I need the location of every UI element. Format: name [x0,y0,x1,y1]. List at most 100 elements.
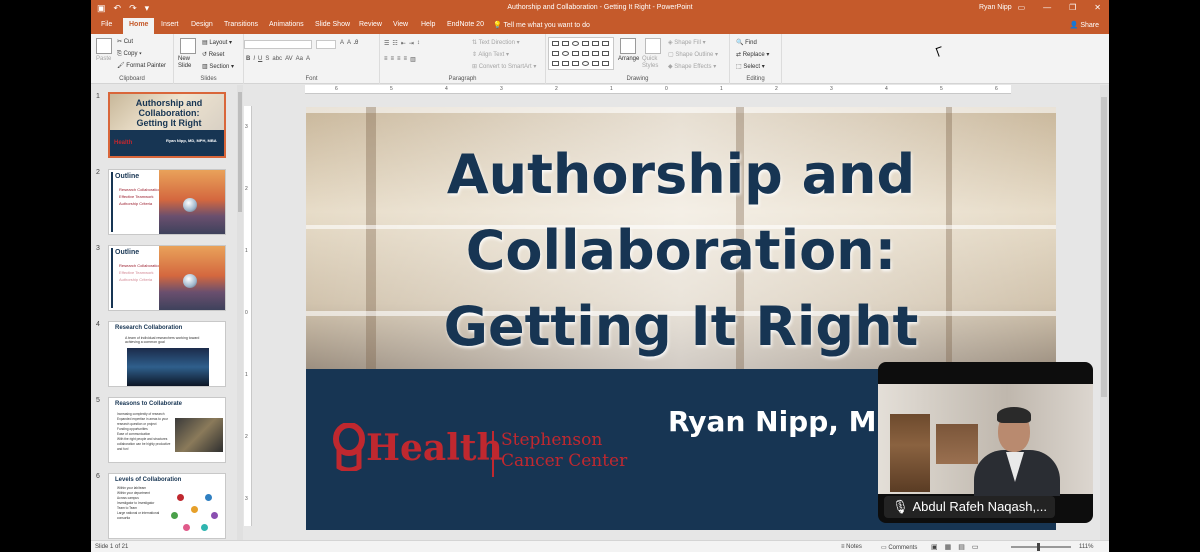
shrink-font-icon[interactable]: A [347,40,351,47]
align-text-button[interactable]: ⇕ Align Text ▾ [472,51,509,58]
quick-styles-button[interactable]: Quick Styles [642,56,668,70]
thumbnail-slide-2[interactable]: Outline Research Collaboration Effective… [108,169,226,235]
ribbon-display-icon[interactable]: ▭ [1018,3,1026,12]
ruler-tick: 3 [245,124,248,130]
tell-me-search[interactable]: 💡 Tell me what you want to do [493,21,590,29]
tab-transitions[interactable]: Transitions [224,21,258,28]
tab-review[interactable]: Review [359,21,382,28]
paste-label[interactable]: Paste [96,56,111,62]
zoom-level[interactable]: 111% [1079,544,1093,550]
section-button[interactable]: ▥ Section ▾ [202,63,234,70]
slide-title[interactable]: Authorship and Collaboration: Getting It… [416,137,946,365]
clipboard-label: Clipboard [119,76,145,82]
share-button[interactable]: 👤 Share [1070,21,1099,29]
clear-format-icon[interactable]: Ꭿ [354,40,358,47]
slideshow-icon[interactable]: ▭ [972,543,979,551]
justify-icon[interactable]: ≡ [404,56,408,63]
tab-insert[interactable]: Insert [161,21,179,28]
increase-indent-icon[interactable]: ⇥ [409,40,414,47]
font-size-field[interactable] [316,40,336,49]
status-bar: Slide 1 of 21 ≡ Notes ▭ Comments ▣ ▦ ▤ ▭… [91,540,1109,552]
thumbnail-slide-1[interactable]: Authorship and Collaboration: Getting It… [108,92,226,158]
tab-view[interactable]: View [393,21,408,28]
reset-button[interactable]: ↺ Reset [202,51,224,58]
thumbnail-slide-4[interactable]: Research Collaboration A team of individ… [108,321,226,387]
tab-endnote[interactable]: EndNote 20 [447,21,484,28]
decrease-indent-icon[interactable]: ⇤ [401,40,406,47]
shape-fill-button[interactable]: ◈ Shape Fill ▾ [668,39,706,46]
ruler-tick: 6 [335,86,338,92]
shapes-gallery[interactable] [548,37,614,70]
underline-icon[interactable]: U [258,56,262,62]
font-name-field[interactable] [244,40,312,49]
bullets-icon[interactable]: ☰ [384,40,389,47]
zoom-slider-knob[interactable] [1037,543,1040,551]
shadow-icon[interactable]: S [265,56,269,62]
font-color-icon[interactable]: A [306,56,310,62]
cut-button[interactable]: ✂ Cut [117,38,133,45]
quick-styles-icon[interactable] [645,38,661,54]
horizontal-ruler: 6 5 4 3 2 1 0 1 2 3 4 5 6 [305,85,1011,94]
comments-button[interactable]: ▭ Comments [881,544,917,551]
restore-icon[interactable]: ❐ [1069,3,1076,12]
thumbnail-title: Authorship and Collaboration: Getting It… [135,98,203,128]
smartart-button[interactable]: ⊞ Convert to SmartArt ▾ [472,63,536,70]
shape-effects-button[interactable]: ◆ Shape Effects ▾ [668,63,716,70]
arrange-icon[interactable] [620,38,636,54]
line-spacing-icon[interactable]: ↕ [417,40,420,47]
reading-view-icon[interactable]: ▤ [958,543,965,551]
close-icon[interactable]: ✕ [1094,3,1101,12]
tab-animations[interactable]: Animations [269,21,304,28]
tab-slide-show[interactable]: Slide Show [315,21,350,28]
format-painter-button[interactable]: 🖌 Format Painter [117,62,166,69]
bold-icon[interactable]: B [246,56,250,62]
slide-sorter-icon[interactable]: ▦ [945,543,952,551]
tab-home[interactable]: Home [123,18,155,34]
arrange-button[interactable]: Arrange [618,56,639,62]
italic-icon[interactable]: I [253,56,255,62]
select-button[interactable]: ⬚ Select ▾ [736,63,765,70]
ribbon-tabs: File Home Insert Design Transitions Anim… [91,17,1109,34]
spacing-icon[interactable]: AV [285,56,293,62]
ruler-tick: 2 [775,86,778,92]
thumbnail-number: 4 [96,321,100,328]
replace-button[interactable]: ⇄ Replace ▾ [736,51,769,58]
numbering-icon[interactable]: ☷ [392,40,397,47]
thumbnail-slide-3[interactable]: Outline Research Collaboration Effective… [108,245,226,311]
align-left-icon[interactable]: ≡ [384,56,388,63]
tab-design[interactable]: Design [191,21,213,28]
normal-view-icon[interactable]: ▣ [931,543,938,551]
grow-font-icon[interactable]: A [340,40,344,47]
title-bar: ▣ ↶ ↷ ▾ Authorship and Collaboration - G… [91,0,1109,17]
notes-button[interactable]: ≡ Notes [841,544,862,550]
editor-scrollbar[interactable] [1100,85,1109,540]
paste-icon[interactable] [96,38,112,54]
thumbnail-slide-5[interactable]: Reasons to Collaborate Increasing comple… [108,397,226,463]
align-center-icon[interactable]: ≡ [391,56,395,63]
slides-label: Slides [200,76,217,82]
thumbnail-title: Reasons to Collaborate [115,401,183,407]
ruler-tick: 5 [390,86,393,92]
new-slide-button[interactable]: New Slide [178,56,202,70]
shape-outline-button[interactable]: ▢ Shape Outline ▾ [668,51,718,58]
zoom-slider[interactable] [1011,546,1071,548]
tab-help[interactable]: Help [421,21,435,28]
video-call-tile[interactable]: 🎙 Abdul Rafeh Naqash,... [878,362,1093,523]
ruler-tick: 0 [245,310,248,316]
paragraph-label: Paragraph [448,76,477,82]
align-right-icon[interactable]: ≡ [397,56,401,63]
columns-icon[interactable]: ▥ [410,56,416,63]
copy-button[interactable]: ⎘ Copy ▾ [117,51,142,58]
layout-button[interactable]: ▤ Layout ▾ [202,39,232,46]
new-slide-icon[interactable] [180,38,196,54]
text-direction-button[interactable]: ⇅ Text Direction ▾ [472,39,520,46]
user-name[interactable]: Ryan Nipp [979,4,1012,11]
presenter-name[interactable]: Ryan Nipp, MD, [668,405,910,438]
document-title: Authorship and Collaboration - Getting I… [507,4,693,11]
strikethrough-icon[interactable]: abc [272,56,282,62]
thumbnail-slide-6[interactable]: Levels of Collaboration Within your lab/… [108,473,226,539]
minimize-icon[interactable]: — [1043,3,1051,12]
case-icon[interactable]: Aa [296,56,303,62]
tab-file[interactable]: File [101,21,112,28]
find-button[interactable]: 🔍 Find [736,39,757,46]
